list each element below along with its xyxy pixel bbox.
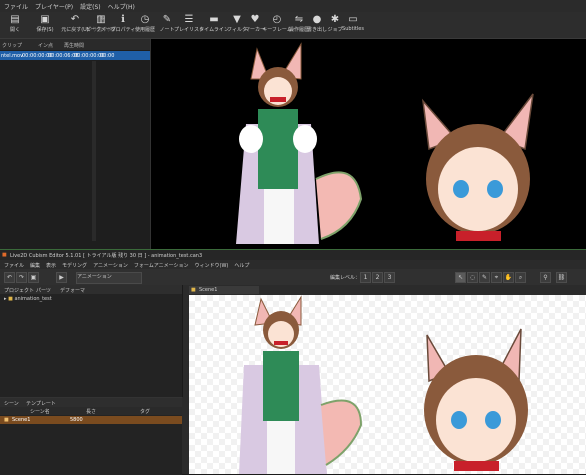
tab-deformer[interactable]: デフォーマ [60, 287, 85, 294]
scene-icon: ■ [191, 287, 196, 293]
link-icon[interactable]: ⛓ [556, 272, 567, 283]
edit-level-1[interactable]: 1 [360, 272, 371, 283]
tab-parts[interactable]: パーツ [36, 287, 51, 294]
scene-row[interactable]: ■ Scene1 5800 [0, 416, 182, 424]
menu-settings[interactable]: 設定(S) [76, 0, 104, 11]
brush-icon[interactable]: ✎ [479, 272, 490, 283]
edit-level-3[interactable]: 3 [384, 272, 395, 283]
edit-level-2[interactable]: 2 [372, 272, 383, 283]
cubism-toolbar: ↶ ↷ ▣ ▶ アニメーション 編集レベル： 1 2 3 ↖ ◌ ✎ ⌖ ✋ ⌕… [0, 269, 586, 286]
top-menubar: ファイル プレイヤー(P) 設定(S) ヘルプ(H) [0, 0, 586, 12]
menu-help[interactable]: ヘルプ [230, 260, 251, 269]
edit-level-label: 編集レベル： [330, 275, 361, 281]
zoom-icon[interactable]: ⌕ [515, 272, 526, 283]
app-icon: ■ [2, 252, 7, 258]
playlist-row[interactable]: ntel.mov 00:00:00:00 00:00:06:06 00:00:0… [0, 51, 150, 60]
menu-window[interactable]: ウィンドウ(W) [191, 260, 231, 269]
playlist-panel: クリップ イン点 再生時間 ntel.mov 00:00:00:00 00:00… [0, 39, 151, 249]
menu-form-animation[interactable]: フォームアニメーション [130, 260, 191, 269]
cubism-menubar: ファイル 編集 表示 モデリング アニメーション フォームアニメーション ウィンドウ(W) ヘ… [0, 260, 586, 269]
tab-template[interactable]: テンプレート [26, 400, 56, 407]
model-canvas[interactable] [189, 295, 586, 474]
menu-help[interactable]: ヘルプ(H) [104, 0, 138, 11]
menu-file[interactable]: ファイル [0, 0, 31, 11]
tab-scene1[interactable]: ■ Scene1 [189, 286, 259, 294]
menu-modeling[interactable]: モデリング [58, 260, 89, 269]
project-tree-item[interactable]: ▸ ■ animation_test [4, 296, 52, 302]
character-preview-art [236, 42, 534, 244]
animation-mode-icon: ▶ [56, 272, 67, 283]
undo-icon[interactable]: ↶ [4, 272, 15, 283]
menu-animation[interactable]: アニメーション [89, 260, 130, 269]
save-icon: ▣ [40, 14, 50, 25]
cubism-titlebar: ■ Live2D Cubism Editor 5.1.01 [ トライアル版 残… [0, 250, 586, 260]
project-tabs: プロジェクト パーツ デフォーマ [0, 285, 182, 294]
window-title: Live2D Cubism Editor 5.1.01 [ トライアル版 残り … [10, 253, 203, 259]
menu-player[interactable]: プレイヤー(P) [31, 0, 76, 11]
menu-view[interactable]: 表示 [42, 260, 58, 269]
project-panel: プロジェクト パーツ デフォーマ ▸ ■ animation_test [0, 285, 183, 397]
glue-icon[interactable]: ⚲ [540, 272, 551, 283]
scene-tabs: シーン テンプレート [0, 398, 182, 407]
save-button[interactable]: ▣ 保存(S) [30, 14, 60, 36]
folder-icon: ■ [8, 296, 13, 302]
col-clip: クリップ [2, 43, 23, 49]
subtitles-icon: ▭ [348, 14, 358, 25]
save-icon[interactable]: ▣ [28, 272, 39, 283]
mode-select[interactable]: アニメーション [76, 272, 142, 284]
top-toolbar: ▤開く ▣保存(S) ↶元に戻す(U) ↷やり直す(R) ▥ピークメーター ℹプ… [0, 12, 586, 39]
lasso-icon[interactable]: ◌ [467, 272, 478, 283]
playlist-scrollbar[interactable] [92, 61, 96, 241]
scene-icon: ■ [4, 417, 9, 423]
open-button[interactable]: ▤ 開く [0, 14, 30, 36]
col-in: イン点 [38, 43, 54, 49]
tab-project[interactable]: プロジェクト [4, 287, 34, 294]
subtitles-button[interactable]: ▭ Subtitles [338, 14, 368, 36]
scene-table-header: シーン名 長さ タグ [0, 407, 182, 415]
canvas-panel: ■ Scene1 [183, 285, 586, 474]
expand-arrow-icon[interactable]: ▸ [4, 296, 7, 302]
redo-icon[interactable]: ↷ [16, 272, 27, 283]
folder-icon: ▤ [10, 14, 20, 25]
playlist-header: クリップ イン点 再生時間 [0, 39, 150, 50]
menu-edit[interactable]: 編集 [26, 260, 42, 269]
pin-icon[interactable]: ⌖ [491, 272, 502, 283]
tab-scene[interactable]: シーン [4, 400, 19, 407]
arrow-tool-icon[interactable]: ↖ [455, 272, 466, 283]
scene-panel: シーン テンプレート シーン名 長さ タグ ■ Scene1 5800 [0, 397, 182, 475]
menu-file[interactable]: ファイル [0, 260, 26, 269]
col-duration: 再生時間 [64, 43, 85, 49]
video-preview [151, 39, 586, 249]
cubism-window: ■ Live2D Cubism Editor 5.1.01 [ トライアル版 残… [0, 249, 586, 475]
hand-icon[interactable]: ✋ [503, 272, 514, 283]
character-canvas-art [239, 295, 528, 474]
